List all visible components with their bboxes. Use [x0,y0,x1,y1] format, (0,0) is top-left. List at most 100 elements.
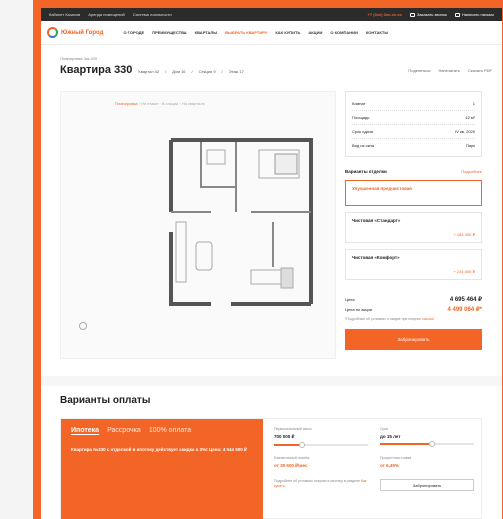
breadcrumb[interactable]: Планировка 3кк 429 [60,56,97,61]
field-value: от 6,49% [380,463,399,468]
price-label: Цена [345,297,355,302]
payment-description: Квартира №330 с отделкой в ипотеку дейст… [71,447,247,452]
nav-item[interactable]: О ГОРОДЕ [123,30,144,35]
monthly-payment-field: Ежемесячный платёж от 35 600 ₽/мес [274,456,368,469]
calc-note: Подробнее об условиях покупки в ипотеку … [274,479,368,491]
finish-more-link[interactable]: Подробнее [461,169,482,174]
meta-item: Квартал 42 [138,69,160,74]
nav-item[interactable]: ПРЕИМУЩЕСТВА [152,30,186,35]
finish-option-name: Чистовая «Комфорт» [352,255,400,260]
print-button[interactable]: Напечатать [438,68,459,73]
payment-title: Варианты оплаты [60,395,151,406]
info-label: Комнат [352,101,366,106]
info-box: Комнат 1 Площадь 42 м² Срок сдачи IV кв.… [345,91,482,157]
nav-item[interactable]: КВАРТАЛЫ [195,30,218,35]
price-row: Цена 4 695 464 ₽ [345,296,482,303]
finish-option-selected[interactable]: Улучшенная предчистовая [345,180,482,206]
mail-icon [454,12,460,17]
logo[interactable]: Южный Город [47,27,103,38]
tab-full-payment[interactable]: 100% оплата [149,427,191,435]
field-label: Первоначальный взнос [274,427,313,431]
discount-value: 4 499 064 ₽* [447,307,482,313]
logo-icon [47,27,58,38]
floor-plan-drawing [169,138,313,306]
main-nav: Южный Город О ГОРОДЕ ПРЕИМУЩЕСТВА КВАРТА… [41,21,502,45]
field-value: от 35 600 ₽/мес [274,463,308,468]
nav-item[interactable]: КАК КУПИТЬ [275,30,300,35]
discount-label: Цена по акции [345,307,372,312]
section-separator [41,376,502,386]
slider-handle[interactable] [299,442,306,448]
nav-item[interactable]: КОНТАКТЫ [366,30,388,35]
info-label: Площадь [352,115,370,120]
logo-text: Южный Город [61,29,104,36]
price-note: *Подробные об условиях и скидке при поку… [345,317,482,321]
topbar-link[interactable]: Аренда помещений [88,12,125,17]
topbar-link[interactable]: Система лояльности [133,12,172,17]
apartment-panel: Комнат 1 Площадь 42 м² Срок сдачи IV кв.… [345,91,482,350]
write-link[interactable]: Написать письмо [454,12,494,17]
title-row: Квартира 330 Квартал 42 / Дом 16 / Секци… [60,64,244,76]
nav-item-active[interactable]: ВЫБРАТЬ КВАРТИРУ [225,30,267,35]
down-payment-slider[interactable] [274,442,368,448]
info-value: 1 [472,101,475,106]
meta-item: Дом 16 [172,69,186,74]
finish-option-price: + 244 800 ₽ [453,269,475,274]
info-value: 42 м² [465,115,475,120]
price-value: 4 695 464 ₽ [449,297,482,303]
finish-option-name: Улучшенная предчистовая [352,186,412,191]
info-label: Вид из окна [352,143,374,148]
nav-item[interactable]: АКЦИИ [308,30,322,35]
nav-items: О ГОРОДЕ ПРЕИМУЩЕСТВА КВАРТАЛЫ ВЫБРАТЬ К… [123,30,388,35]
info-row: Вид из окна Парк [352,139,475,152]
info-value: Парк [465,143,475,148]
share-button[interactable]: Поделиться [408,68,430,73]
term-slider[interactable] [380,441,474,447]
page: Кабинет Казахов Аренда помещений Система… [41,8,502,519]
nav-item[interactable]: О КОМПАНИИ [330,30,358,35]
floor-plan[interactable]: Планировка › На этаже › В секции › На кв… [60,91,336,359]
info-row: Площадь 42 м² [352,111,475,125]
callback-link[interactable]: Заказать звонок [409,12,447,17]
page-actions: Поделиться Напечатать Скачать PDF [408,68,492,73]
tab-mortgage[interactable]: Ипотека [71,427,100,435]
page-title: Квартира 330 [60,64,133,76]
top-bar: Кабинет Казахов Аренда помещений Система… [41,8,502,21]
book-button[interactable]: Забронировать [345,329,482,350]
compass [79,321,87,331]
phone-number[interactable]: +7 (3xx) 3xx-xx-xx [368,12,402,17]
prices: Цена 4 695 464 ₽ Цена по акции 4 499 064… [345,296,482,321]
phone-icon [409,12,415,17]
payment-card: Ипотека Рассрочка 100% оплата Квартира №… [60,418,482,519]
tab-installment[interactable]: Рассрочка [107,427,141,435]
slider-handle[interactable] [428,441,435,447]
info-row: Срок сдачи IV кв. 2020 [352,125,475,139]
down-payment-field: Первоначальный взнос 700 000 ₽ [274,427,368,448]
field-value[interactable]: до 15 лет [380,434,474,439]
field-value[interactable]: 700 000 ₽ [274,434,368,440]
calc-note-text: Подробнее об условиях покупки в ипотеку … [274,479,360,483]
price-note-link[interactable]: ссылка [422,317,434,321]
field-label: Срок [380,427,388,431]
calc-book-button[interactable]: Забронировать [380,479,474,491]
finish-option-price: + 184 450 ₽ [453,232,475,237]
payment-tabs-panel: Ипотека Рассрочка 100% оплата Квартира №… [61,419,263,519]
write-label: Написать письмо [461,12,494,17]
finish-option-name: Чистовая «Стандарт» [352,218,401,223]
callback-label: Заказать звонок [416,12,447,17]
info-value: IV кв. 2020 [455,129,475,134]
topbar-link[interactable]: Кабинет Казахов [49,12,80,17]
term-field: Срок до 15 лет [380,427,474,447]
compass-icon [79,322,87,330]
finish-option[interactable]: Чистовая «Стандарт» + 184 450 ₽ [345,212,482,243]
download-pdf-button[interactable]: Скачать PDF [468,68,492,73]
finish-heading: Варианты отделки [345,169,387,174]
info-label: Срок сдачи [352,129,373,134]
field-label: Процентная ставка [380,456,412,460]
field-label: Ежемесячный платёж [274,456,310,460]
meta-item: Секция 9 [198,69,216,74]
finish-option[interactable]: Чистовая «Комфорт» + 244 800 ₽ [345,249,482,280]
info-row: Комнат 1 [352,97,475,111]
payment-tabs: Ипотека Рассрочка 100% оплата [71,427,253,435]
rate-field: Процентная ставка от 6,49% [380,456,474,469]
